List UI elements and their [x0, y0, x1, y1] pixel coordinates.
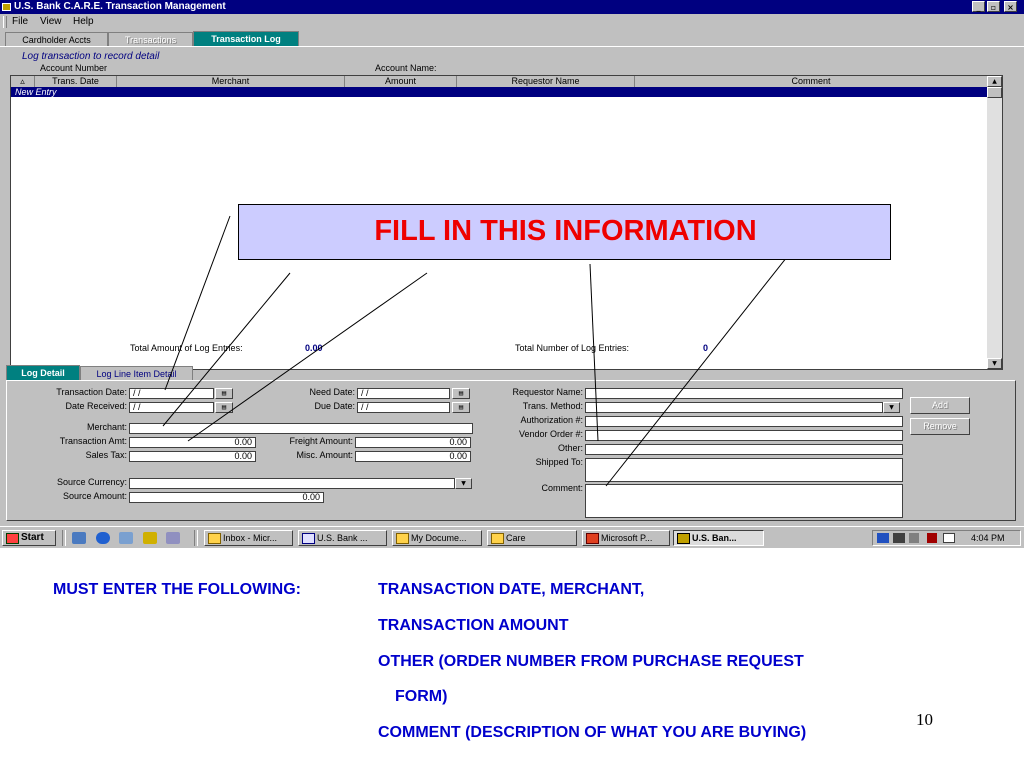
notes-line: COMMENT (DESCRIPTION OF WHAT YOU ARE BUY… [378, 724, 807, 741]
pointer-line-transaction-date [164, 215, 231, 391]
pointer-line-transaction-amount [187, 272, 428, 442]
notes-line: TRANSACTION AMOUNT [378, 617, 569, 634]
callout-text: FILL IN THIS INFORMATION [374, 215, 757, 247]
notes-line: OTHER (ORDER NUMBER FROM PURCHASE REQUES… [378, 653, 804, 670]
notes-heading: MUST ENTER THE FOLLOWING: [53, 581, 301, 598]
pointer-line-merchant [162, 272, 291, 427]
callout-pointer-lines [162, 215, 803, 487]
fill-in-callout: FILL IN THIS INFORMATION [238, 204, 891, 260]
pointer-line-comment [605, 237, 803, 487]
notes-line: FORM) [395, 688, 448, 705]
pointer-line-other [589, 263, 599, 442]
page-number: 10 [916, 710, 933, 729]
notes-line: TRANSACTION DATE, MERCHANT, [378, 581, 645, 598]
